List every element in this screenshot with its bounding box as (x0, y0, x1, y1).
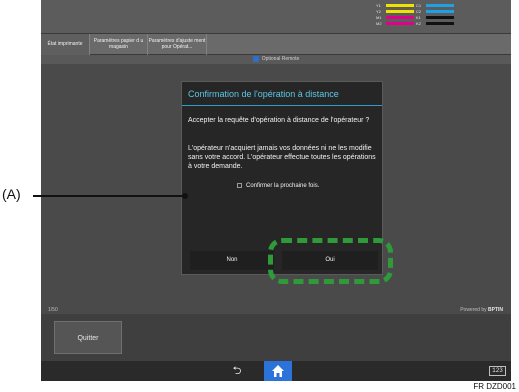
back-arrow-icon[interactable]: ⮌ (229, 364, 245, 378)
tab-tray-paper-settings[interactable]: Paramètres papier d u magasin (89, 34, 147, 55)
home-button[interactable] (264, 361, 292, 381)
keyboard-button[interactable]: 123 (489, 366, 506, 376)
brand-prefix: Powered by (460, 307, 487, 313)
tab-printer-status[interactable]: État imprimante (41, 34, 89, 55)
figure: Y1 C1 Y2 C2 M1 K1 M2 K2 État imprimante Paramèt… (0, 0, 519, 392)
toner-label: C2 (416, 9, 422, 14)
toner-bar (426, 16, 454, 19)
dialog-title: Confirmation de l'opération à distance (182, 82, 382, 106)
brand-name: BPTIN (488, 307, 503, 313)
toner-bar (426, 4, 454, 7)
toner-label: M1 (376, 15, 382, 20)
device-screen: Y1 C1 Y2 C2 M1 K1 M2 K2 État imprimante Paramèt… (41, 0, 511, 381)
toner-label: C1 (416, 3, 422, 8)
no-button[interactable]: Non (190, 251, 274, 270)
toner-label: K2 (416, 21, 421, 26)
yes-button-highlight (268, 238, 393, 284)
home-icon (272, 365, 284, 377)
toner-levels: Y1 C1 Y2 C2 M1 K1 M2 K2 (376, 3, 488, 31)
dialog-question: Accepter la requête d'opération à distan… (188, 117, 370, 124)
remote-icon (252, 55, 259, 62)
callout-dot (182, 193, 188, 199)
toner-label: K1 (416, 15, 421, 20)
tab-bar: État imprimante Paramètres papier d u ma… (41, 34, 511, 55)
remote-status-bar: Optional Remote (41, 55, 511, 64)
top-status-bar: Y1 C1 Y2 C2 M1 K1 M2 K2 (41, 0, 511, 34)
remote-status-label: Optional Remote (261, 56, 300, 62)
toner-bar (426, 10, 454, 13)
brand-mark: Powered by BPTIN (460, 307, 503, 313)
checkbox-box[interactable] (237, 182, 242, 188)
footer-bar: Quitter (41, 314, 511, 361)
toner-bar (386, 10, 414, 13)
toner-bar (386, 16, 414, 19)
callout-label: (A) (2, 186, 21, 202)
toner-row: M2 K2 (376, 21, 488, 27)
dialog-body: L'opérateur n'acquiert jamais vos donnée… (188, 145, 376, 170)
confirm-next-time-checkbox[interactable]: Confirmer la prochaine fois. (237, 182, 367, 190)
system-nav-bar: ⮌ 123 (41, 361, 511, 381)
callout-line (33, 195, 185, 197)
page-indicator: 1/50 (48, 307, 58, 313)
toner-bar (426, 22, 454, 25)
toner-bar (386, 22, 414, 25)
toner-bar (386, 4, 414, 7)
toner-label: Y1 (376, 3, 381, 8)
tab-adjustment-settings[interactable]: Paramètres d'ajuste ment pour Opérat... (147, 34, 207, 55)
figure-caption: FR DZD001 (473, 382, 516, 391)
checkbox-label: Confirmer la prochaine fois. (246, 183, 320, 189)
toner-label: Y2 (376, 9, 381, 14)
quit-button[interactable]: Quitter (54, 321, 122, 354)
toner-label: M2 (376, 21, 382, 26)
